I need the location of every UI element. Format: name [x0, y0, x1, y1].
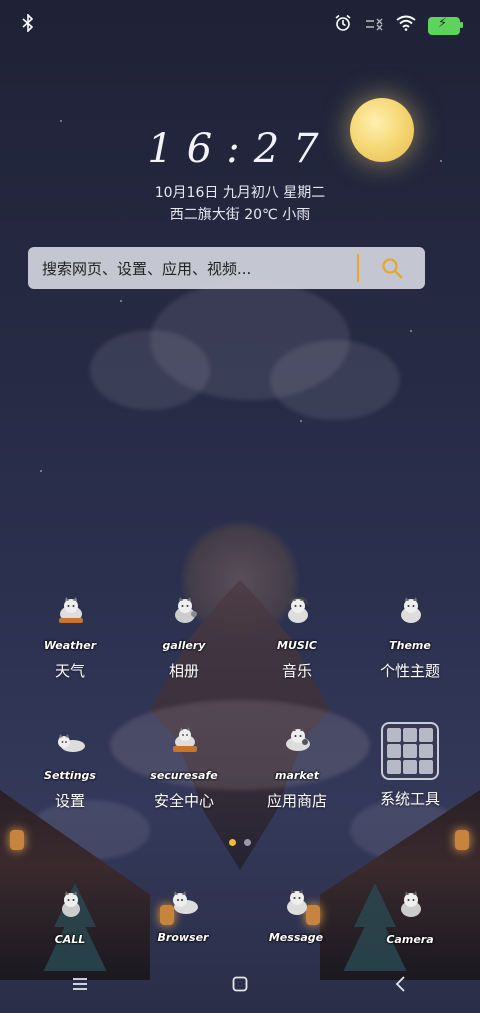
date-text: 10月16日 九月初八 星期二 [154, 185, 326, 201]
icon-caption: market [275, 769, 319, 782]
app-label: 个性主题 [379, 662, 440, 680]
text-cursor [357, 254, 359, 282]
app-label: 相册 [168, 662, 199, 680]
app-label: 系统工具 [379, 790, 440, 808]
dock-message[interactable]: Message [246, 886, 346, 950]
bluetooth-icon [22, 13, 34, 37]
music-icon: MUSIC [265, 594, 329, 658]
icon-caption: Browser [157, 931, 209, 944]
wifi-icon [396, 15, 416, 36]
app-system-tools-folder[interactable]: 系统工具 [350, 722, 470, 809]
phone-icon: CALL [38, 888, 102, 952]
app-security-center[interactable]: securesafe 安全中心 [124, 724, 244, 811]
page-indicator [0, 839, 480, 846]
folder-icon [378, 722, 442, 786]
app-weather[interactable]: Weather 天气 [10, 594, 130, 681]
icon-caption: Theme [389, 639, 431, 652]
status-bar: ⚡ [0, 0, 480, 52]
app-label: 设置 [54, 792, 85, 810]
app-label: 安全中心 [153, 792, 214, 810]
app-market[interactable]: market 应用商店 [237, 724, 357, 811]
message-icon: Message [264, 886, 328, 950]
icon-caption: Camera [386, 933, 434, 946]
dock-call[interactable]: CALL [20, 888, 120, 952]
weather-icon: Weather [38, 594, 102, 658]
settings-icon: Settings [38, 724, 102, 788]
icon-caption: gallery [162, 639, 206, 652]
dock-browser[interactable]: Browser [133, 886, 233, 950]
navigation-bar [0, 962, 480, 1006]
app-label: 应用商店 [266, 792, 327, 810]
back-icon[interactable] [370, 964, 430, 1004]
page-dot[interactable] [244, 839, 251, 846]
search-icon[interactable] [377, 253, 407, 283]
icon-caption: securesafe [150, 769, 218, 782]
clock-time[interactable]: 16:27 [0, 126, 480, 172]
icon-caption: CALL [54, 933, 86, 946]
app-gallery[interactable]: gallery 相册 [124, 594, 244, 681]
weather-text[interactable]: 西二旗大街 20℃ 小雨 [0, 204, 480, 224]
menu-icon[interactable] [50, 964, 110, 1004]
icon-caption: Weather [43, 639, 97, 652]
market-icon: market [265, 724, 329, 788]
app-label: 天气 [54, 662, 85, 680]
gallery-icon: gallery [152, 594, 216, 658]
page-dot-active[interactable] [229, 839, 236, 846]
home-icon[interactable] [210, 964, 270, 1004]
search-input[interactable]: 搜索网页、设置、应用、视频... [42, 258, 357, 279]
security-icon: securesafe [150, 724, 218, 788]
app-label: 音乐 [281, 662, 312, 680]
app-theme[interactable]: Theme 个性主题 [350, 594, 470, 681]
camera-icon: Camera [378, 888, 442, 952]
app-music[interactable]: MUSIC 音乐 [237, 594, 357, 681]
icon-caption: Message [268, 931, 324, 944]
alarm-icon [334, 14, 352, 37]
battery-charging-icon: ⚡ [428, 16, 463, 35]
theme-icon: Theme [378, 594, 442, 658]
dock-camera[interactable]: Camera [360, 888, 460, 952]
no-signal-icon [364, 16, 384, 36]
icon-caption: Settings [44, 769, 96, 782]
icon-caption: MUSIC [277, 639, 317, 652]
browser-icon: Browser [151, 886, 215, 950]
search-bar[interactable]: 搜索网页、设置、应用、视频... [28, 247, 425, 289]
app-settings[interactable]: Settings 设置 [10, 724, 130, 811]
